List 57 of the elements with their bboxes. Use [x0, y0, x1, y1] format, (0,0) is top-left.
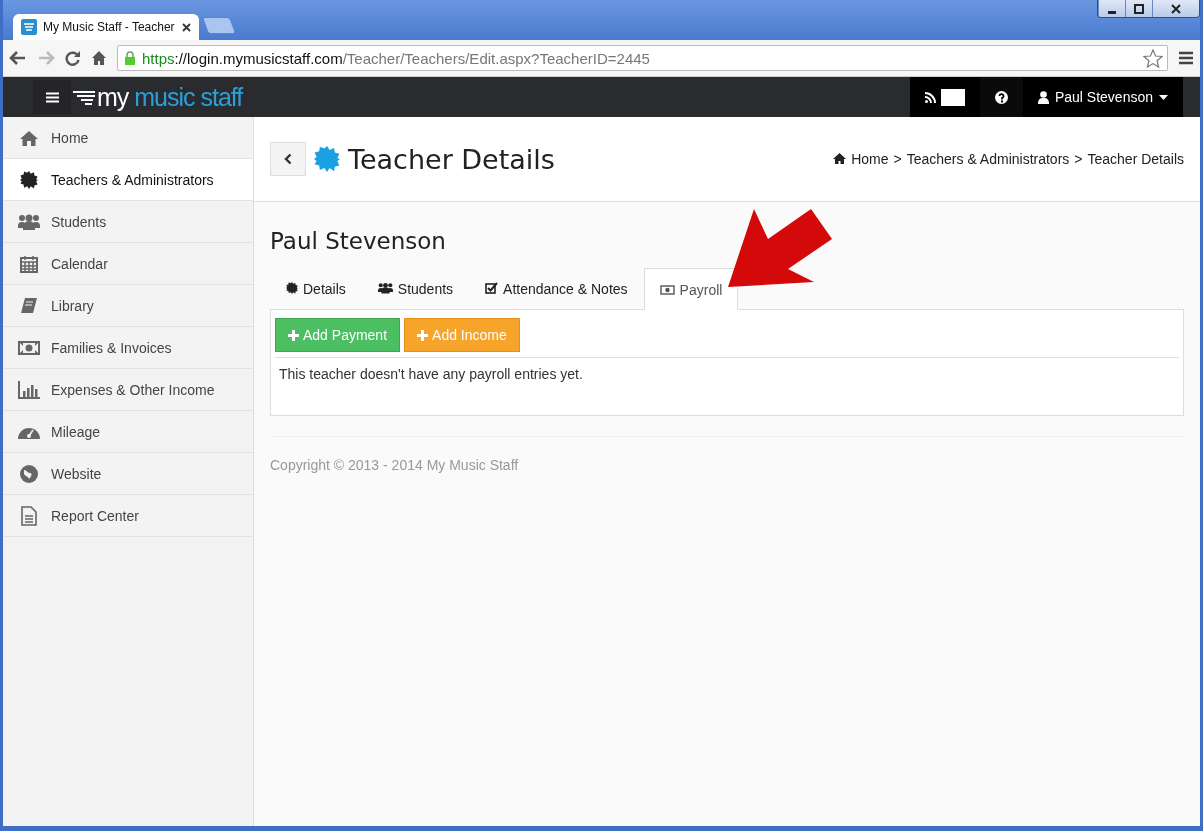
checkbox-icon: [485, 281, 499, 297]
help-icon: [994, 90, 1008, 104]
reload-icon[interactable]: [65, 50, 81, 66]
tab[interactable]: Details: [270, 268, 362, 309]
close-icon[interactable]: [1152, 0, 1199, 17]
breadcrumb-separator: >: [1074, 151, 1083, 167]
sidebar-item[interactable]: Website: [3, 453, 253, 495]
tab[interactable]: Students: [361, 268, 470, 309]
star-icon[interactable]: [1143, 48, 1163, 68]
tab[interactable]: Payroll: [643, 268, 739, 310]
back-button[interactable]: [270, 142, 306, 176]
tab[interactable]: Attendance & Notes: [469, 268, 644, 309]
plus-icon: [288, 329, 299, 341]
home-icon: [833, 151, 847, 167]
logo-mark-icon: [73, 89, 97, 105]
sidebar-item[interactable]: Library: [3, 285, 253, 327]
user-menu-button[interactable]: Paul Stevenson: [1022, 77, 1183, 117]
site-favicon-icon: [21, 19, 37, 35]
breadcrumb-link[interactable]: Teachers & Administrators: [906, 151, 1070, 167]
breadcrumb-current-page: Teacher Details: [1087, 151, 1184, 167]
breadcrumb-link[interactable]: Home: [851, 151, 889, 167]
sidebar-item[interactable]: Teachers & Administrators: [3, 159, 253, 201]
breadcrumb-separator: >: [893, 151, 902, 167]
browser-tab[interactable]: My Music Staff - Teacher: [13, 14, 199, 40]
blank-badge: [940, 88, 965, 106]
copyright-text: Copyright © 2013 - 2014 My Music Staff: [270, 436, 1184, 473]
sidebar-item[interactable]: Families & Invoices: [3, 327, 253, 369]
people-icon: [16, 213, 41, 230]
lock-icon: [124, 51, 136, 65]
feed-button[interactable]: [909, 77, 980, 117]
help-button[interactable]: [979, 77, 1023, 117]
sidebar-item[interactable]: Report Center: [3, 495, 253, 537]
address-bar[interactable]: https://login.mymusicstaff.com/Teacher/Teachers/Edit.aspx?TeacherID=2445: [117, 45, 1168, 71]
caret-icon: [1159, 94, 1168, 100]
rss-icon: [924, 91, 936, 103]
plus-icon: [417, 329, 429, 341]
logo[interactable]: my music staff: [73, 82, 243, 112]
menu-icon[interactable]: [1178, 51, 1194, 65]
close-icon[interactable]: [182, 22, 191, 32]
page-title: Teacher Details: [348, 143, 555, 175]
banknote-icon: [16, 340, 41, 355]
home-icon[interactable]: [91, 50, 107, 66]
sidebar-item[interactable]: Mileage: [3, 411, 253, 453]
maximize-icon[interactable]: [1125, 0, 1152, 17]
empty-message: This teacher doesn't have any payroll entries yet.: [279, 366, 584, 382]
sidebar-item[interactable]: Expenses & Other Income: [3, 369, 253, 411]
badge-icon: [314, 146, 340, 172]
user-icon: [1037, 90, 1049, 104]
chevron-left-icon: [284, 153, 292, 165]
teacher-name: Paul Stevenson: [270, 228, 447, 254]
minimize-icon[interactable]: [1098, 0, 1125, 17]
menu-icon: [45, 91, 59, 103]
back-arrow-icon[interactable]: [9, 50, 27, 66]
menu-button[interactable]: [33, 80, 71, 114]
bar-chart-icon: [16, 380, 41, 399]
sidebar-item[interactable]: Students: [3, 201, 253, 243]
sidebar-item[interactable]: Calendar: [3, 243, 253, 285]
